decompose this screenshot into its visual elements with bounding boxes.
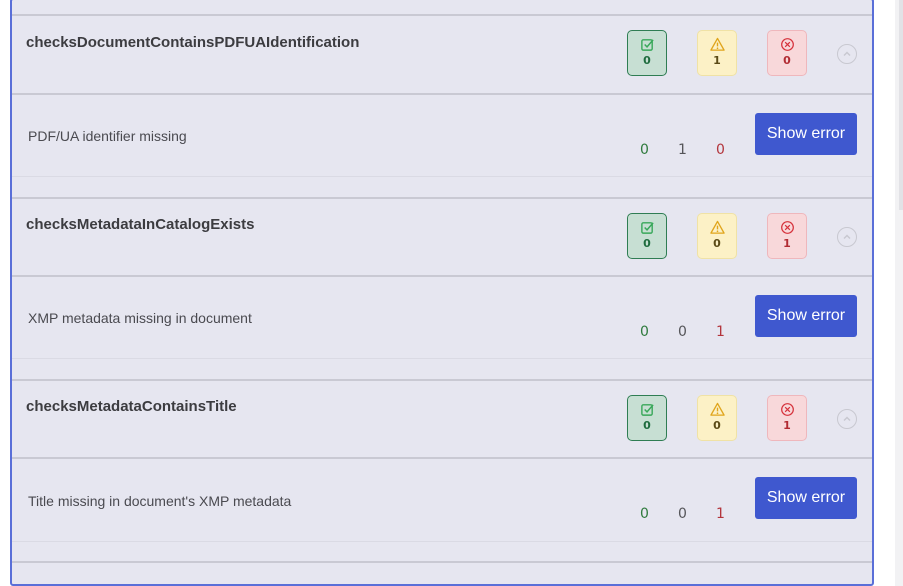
row-passed-count: 0 xyxy=(640,506,649,522)
row-warnings-count: 1 xyxy=(678,142,687,158)
checks-panel: checksDocumentContainsPDFUAIdentificatio… xyxy=(10,0,874,586)
scrollbar-track[interactable] xyxy=(895,0,903,586)
divider xyxy=(12,176,872,177)
check-header[interactable]: checksMetadataContainsTitle 0 0 1 xyxy=(12,381,872,457)
passed-count: 0 xyxy=(643,237,651,250)
check-title: checksMetadataInCatalogExists xyxy=(26,216,255,233)
error-message: Title missing in document's XMP metadata xyxy=(28,493,292,509)
divider xyxy=(12,358,872,359)
x-circle-icon xyxy=(780,221,794,234)
divider xyxy=(12,275,872,277)
divider xyxy=(12,93,872,95)
error-message: XMP metadata missing in document xyxy=(28,310,252,326)
divider xyxy=(12,561,872,563)
passed-badge: 0 xyxy=(627,395,667,441)
collapse-toggle[interactable] xyxy=(837,409,857,429)
x-circle-icon xyxy=(780,403,794,416)
error-message: PDF/UA identifier missing xyxy=(28,128,187,144)
chevron-up-icon xyxy=(843,51,851,57)
passed-badge: 0 xyxy=(627,213,667,259)
warnings-badge: 1 xyxy=(697,30,737,76)
divider xyxy=(12,541,872,542)
check-header[interactable]: checksDocumentContainsPDFUAIdentificatio… xyxy=(12,16,872,93)
scrollbar-thumb[interactable] xyxy=(899,0,903,210)
failed-count: 1 xyxy=(783,419,791,432)
failed-count: 1 xyxy=(783,237,791,250)
passed-badge: 0 xyxy=(627,30,667,76)
warnings-count: 0 xyxy=(713,419,721,432)
failed-badge: 1 xyxy=(767,395,807,441)
failed-badge: 0 xyxy=(767,30,807,76)
row-failed-count: 1 xyxy=(716,324,725,340)
warning-triangle-icon xyxy=(709,37,725,51)
warnings-badge: 0 xyxy=(697,395,737,441)
check-square-icon xyxy=(640,39,654,51)
chevron-up-icon xyxy=(843,234,851,240)
show-error-button[interactable]: Show error xyxy=(755,477,857,519)
passed-count: 0 xyxy=(643,54,651,67)
show-error-button[interactable]: Show error xyxy=(755,113,857,155)
row-failed-count: 1 xyxy=(716,506,725,522)
check-square-icon xyxy=(640,222,654,234)
failed-badge: 1 xyxy=(767,213,807,259)
check-title: checksDocumentContainsPDFUAIdentificatio… xyxy=(26,34,360,51)
chevron-up-icon xyxy=(843,416,851,422)
failed-count: 0 xyxy=(783,54,791,67)
divider xyxy=(12,457,872,459)
row-passed-count: 0 xyxy=(640,324,649,340)
check-square-icon xyxy=(640,404,654,416)
warnings-badge: 0 xyxy=(697,213,737,259)
check-header[interactable]: checksMetadataInCatalogExists 0 0 1 xyxy=(12,199,872,275)
row-warnings-count: 0 xyxy=(678,324,687,340)
warning-triangle-icon xyxy=(709,220,725,234)
warning-triangle-icon xyxy=(709,402,725,416)
check-title: checksMetadataContainsTitle xyxy=(26,398,237,415)
row-failed-count: 0 xyxy=(716,142,725,158)
row-warnings-count: 0 xyxy=(678,506,687,522)
collapse-toggle[interactable] xyxy=(837,44,857,64)
passed-count: 0 xyxy=(643,419,651,432)
show-error-button[interactable]: Show error xyxy=(755,295,857,337)
warnings-count: 0 xyxy=(713,237,721,250)
warnings-count: 1 xyxy=(713,54,721,67)
collapse-toggle[interactable] xyxy=(837,227,857,247)
row-passed-count: 0 xyxy=(640,142,649,158)
x-circle-icon xyxy=(780,38,794,51)
